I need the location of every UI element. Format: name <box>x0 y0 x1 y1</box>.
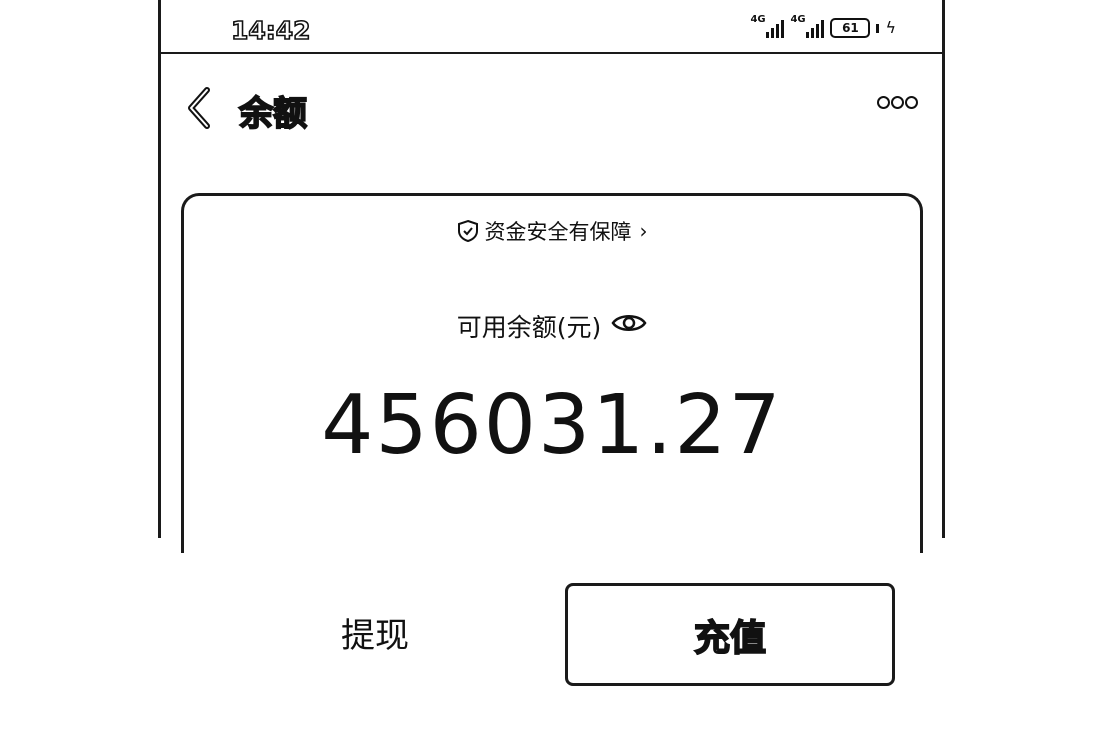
more-icon <box>891 96 904 109</box>
back-button[interactable] <box>181 84 221 132</box>
recharge-label: 充值 <box>693 617 767 660</box>
more-icon <box>905 96 918 109</box>
recharge-button[interactable]: 充值 <box>565 583 895 686</box>
network-type-label: 4G <box>790 14 806 25</box>
page-title: 余额 <box>238 93 308 135</box>
signal-icon: 4G <box>790 14 825 38</box>
eye-icon[interactable] <box>611 311 647 341</box>
balance-card: 资金安全有保障 › 可用余额(元) 456031.27 <box>181 193 923 553</box>
signal-icon: 4G <box>750 14 785 38</box>
status-icons: 4G 4G 61 ϟ <box>750 14 896 38</box>
phone-screen: 14:42 4G 4G 61 ϟ 余额 资金安全有保障 › 可用余额(元) 45… <box>158 0 945 553</box>
network-type-label: 4G <box>750 14 766 25</box>
fund-safety-link[interactable]: 资金安全有保障 › <box>184 216 920 246</box>
battery-cap <box>876 24 880 33</box>
status-time: 14:42 <box>230 15 311 46</box>
battery-icon: 61 <box>830 18 871 38</box>
chevron-left-icon <box>188 87 210 129</box>
chevron-right-icon: › <box>639 219 648 243</box>
available-balance-label: 可用余额(元) <box>456 313 602 342</box>
battery-level: 61 <box>842 21 859 35</box>
available-balance-label-row: 可用余额(元) <box>184 308 920 344</box>
status-bar: 14:42 4G 4G 61 ϟ <box>161 0 942 54</box>
fund-safety-text: 资金安全有保障 <box>484 220 632 244</box>
more-button[interactable] <box>877 96 918 109</box>
more-icon <box>877 96 890 109</box>
charging-icon: ϟ <box>885 18 896 37</box>
balance-amount: 456031.27 <box>321 378 783 473</box>
withdraw-button[interactable]: 提现 <box>300 608 450 657</box>
navigation-bar: 余额 <box>161 54 942 164</box>
shield-icon <box>457 219 478 243</box>
